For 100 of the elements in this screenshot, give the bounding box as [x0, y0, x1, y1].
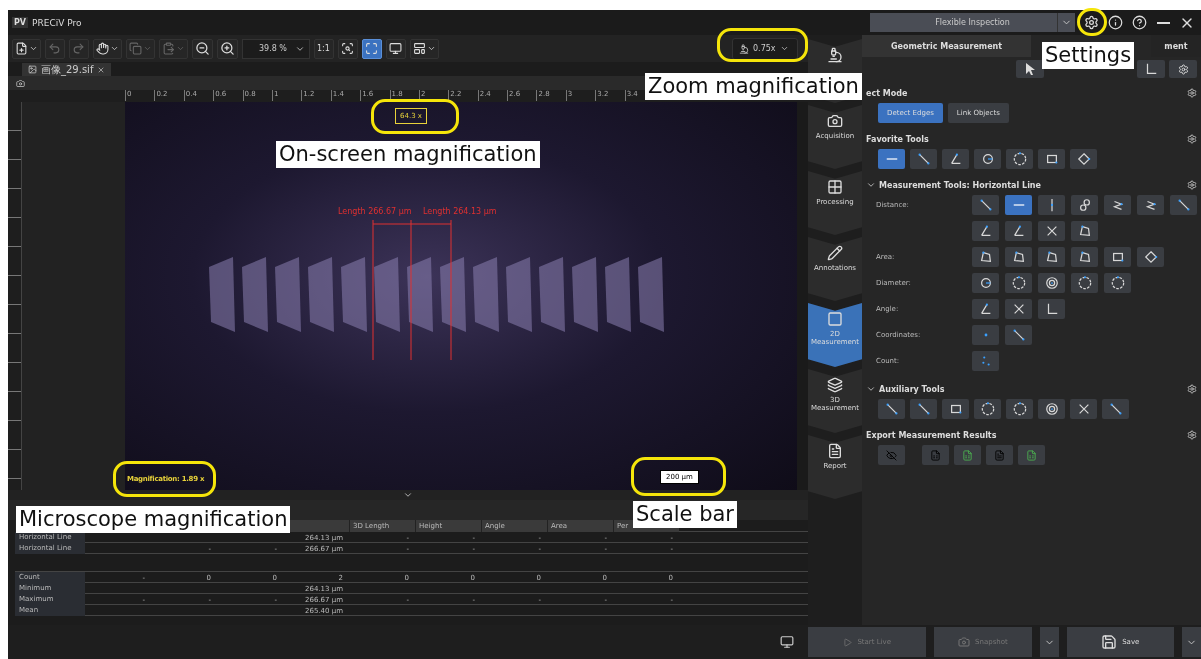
image-icon [28, 65, 37, 74]
tool-button[interactable] [1006, 149, 1033, 169]
objective-icon [739, 43, 749, 54]
tool-button[interactable] [1104, 195, 1131, 215]
new-document-button[interactable] [12, 38, 41, 59]
app-logo: PV [12, 17, 29, 28]
tool-button[interactable] [1104, 247, 1131, 267]
tool-button[interactable] [1005, 221, 1032, 241]
view-button[interactable]: 1:1 [314, 38, 334, 59]
zoom-select[interactable]: 39.8 % [242, 38, 310, 59]
tool-button[interactable] [1137, 247, 1164, 267]
tool-button[interactable] [972, 247, 999, 267]
section-title: Export Measurement Results [866, 430, 997, 440]
tool-button[interactable] [1005, 195, 1032, 215]
layout-icon [413, 42, 426, 55]
tool-button[interactable] [1170, 195, 1197, 215]
square-icon [827, 311, 843, 327]
tool-button[interactable] [974, 399, 1001, 419]
tool-button[interactable] [972, 221, 999, 241]
tool-button[interactable] [1038, 399, 1065, 419]
export-button[interactable] [1018, 445, 1045, 465]
microscope-icon [827, 47, 843, 63]
zoom-in-button[interactable] [217, 38, 238, 59]
collapse-bar[interactable] [8, 490, 808, 500]
zoom-magnification-select[interactable]: 0.75x [732, 37, 798, 60]
select-tool-button[interactable] [1016, 60, 1044, 78]
close-icon [97, 65, 106, 74]
tool-button[interactable] [1006, 399, 1033, 419]
tool-button[interactable] [1071, 221, 1098, 241]
section-title: ect Mode [866, 88, 908, 98]
tool-button[interactable] [1070, 149, 1097, 169]
circle-center-icon [980, 152, 995, 166]
polygon-icon [1044, 250, 1059, 264]
eye-off-icon [886, 449, 897, 461]
caret-icon [143, 44, 152, 53]
tool-button[interactable] [1005, 299, 1032, 319]
callout-label: Scale bar [633, 501, 737, 528]
corner-icon [1144, 62, 1158, 76]
document-tab[interactable]: 画像_29.sif [22, 63, 112, 76]
fullscreen-icon [389, 42, 402, 55]
settings-icon [1187, 88, 1197, 98]
tool-button[interactable] [1005, 273, 1032, 293]
diagonal-line-icon [1011, 328, 1026, 342]
panel-tab[interactable]: Geometric Measurement [862, 35, 1031, 57]
zigzag-icon [1110, 198, 1125, 212]
tool-button[interactable] [972, 195, 999, 215]
concentric-circles-icon [1044, 276, 1059, 290]
tool-button[interactable] [942, 399, 969, 419]
polygon-icon [978, 250, 993, 264]
tool-button[interactable] [1038, 247, 1065, 267]
diagonal-line-icon [916, 402, 931, 416]
pan-button[interactable] [93, 38, 122, 59]
tool-button[interactable] [1071, 273, 1098, 293]
tool-button[interactable] [878, 149, 905, 169]
tool-button[interactable] [972, 273, 999, 293]
tool-button[interactable] [1038, 195, 1065, 215]
copy-icon [129, 42, 142, 55]
redo-icon [72, 42, 85, 55]
export-button[interactable] [954, 445, 981, 465]
tool-button[interactable] [1005, 325, 1032, 345]
view-button[interactable] [362, 38, 382, 59]
zoom-in-icon [220, 41, 235, 56]
tool-button[interactable] [1137, 60, 1165, 78]
tool-button[interactable] [974, 149, 1001, 169]
monitor-icon [780, 635, 794, 649]
layout-button[interactable] [410, 38, 439, 59]
settings-icon [1187, 384, 1197, 394]
tool-button[interactable] [1137, 195, 1164, 215]
tool-button[interactable] [942, 149, 969, 169]
tool-button[interactable] [1071, 195, 1098, 215]
tool-button[interactable] [910, 399, 937, 419]
tool-button[interactable] [910, 149, 937, 169]
section-title: Measurement Tools: Horizontal Line [879, 180, 1041, 190]
section-title: Favorite Tools [866, 134, 929, 144]
chevron-down-icon[interactable] [866, 180, 876, 190]
scrollbar-track[interactable] [797, 102, 808, 490]
tool-button[interactable] [1038, 149, 1065, 169]
callout-label: On-screen magnification [276, 141, 540, 168]
tool-button[interactable] [1102, 399, 1129, 419]
vertical-line-icon [1049, 198, 1054, 212]
tool-button[interactable] [1070, 399, 1097, 419]
caret-icon [110, 44, 119, 53]
snapshot-icon [16, 78, 25, 88]
circle-icon [1110, 276, 1125, 290]
tool-button[interactable] [1038, 299, 1065, 319]
tool-button[interactable] [878, 399, 905, 419]
view-button[interactable] [386, 38, 406, 59]
callout-label: Microscope magnification [16, 506, 291, 533]
tool-button[interactable] [1104, 273, 1131, 293]
tool-button[interactable] [1038, 221, 1065, 241]
tool-button[interactable] [1038, 273, 1065, 293]
settings-icon [1187, 430, 1197, 440]
view-button[interactable] [338, 38, 358, 59]
tool-button[interactable] [972, 299, 999, 319]
zoom-out-button[interactable] [192, 38, 213, 59]
circle-icon [1011, 276, 1026, 290]
tool-button[interactable] [1005, 247, 1032, 267]
tool-button[interactable] [1071, 247, 1098, 267]
workspace-dropdown[interactable]: Flexible Inspection [870, 13, 1075, 32]
chevron-down-icon[interactable] [866, 384, 876, 394]
